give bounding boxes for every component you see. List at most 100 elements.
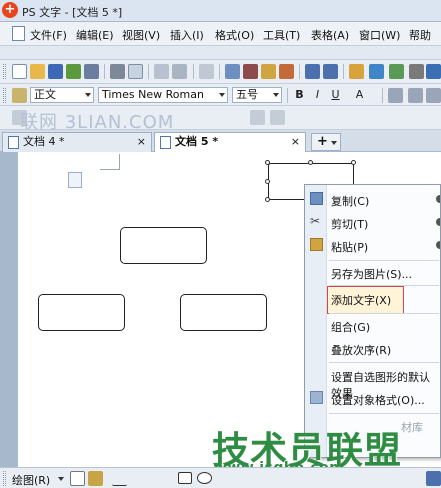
paste-icon[interactable] <box>261 64 276 79</box>
toolbar-grip[interactable] <box>3 471 6 486</box>
resize-handle[interactable] <box>351 160 356 165</box>
open-folder-icon[interactable] <box>30 64 45 79</box>
toolbar-grip[interactable] <box>3 88 6 103</box>
check-icon[interactable] <box>426 64 441 79</box>
char-scale-button[interactable]: A <box>352 87 367 102</box>
align-center-icon[interactable] <box>408 88 423 103</box>
menu-window[interactable]: 窗口(W) <box>359 27 400 43</box>
menu-edit[interactable]: 编辑(E) <box>76 27 114 43</box>
line-tool-icon[interactable] <box>148 471 163 486</box>
align-left-icon[interactable] <box>388 88 403 103</box>
tab-document-4[interactable]: 文档 4 * × <box>2 132 152 152</box>
page-setup-icon[interactable] <box>172 64 187 79</box>
arrow-icon[interactable] <box>128 471 143 486</box>
toolbar-separator <box>287 88 288 103</box>
menu-help[interactable]: 帮助 <box>409 27 431 43</box>
rectangle-icon[interactable] <box>178 472 192 484</box>
menu-tools[interactable]: 工具(T) <box>263 27 300 43</box>
resize-handle[interactable] <box>265 160 270 165</box>
select-objects-icon[interactable] <box>70 471 85 486</box>
mail-icon[interactable] <box>84 64 99 79</box>
hyperlink-icon[interactable] <box>369 64 384 79</box>
menu-insert[interactable]: 插入(I) <box>170 27 204 43</box>
context-menu-material-library: 材库 <box>401 421 423 434</box>
export-icon[interactable] <box>66 64 81 79</box>
context-menu-paste[interactable]: 粘贴(P) <box>331 239 368 255</box>
align-right-icon[interactable] <box>426 88 441 103</box>
close-icon[interactable]: × <box>291 133 300 151</box>
spellcheck-icon[interactable] <box>154 64 169 79</box>
document-icon <box>160 136 171 149</box>
context-menu-add-text[interactable]: 添加文字(X) <box>331 292 391 308</box>
style-select[interactable]: 正文 <box>30 87 94 103</box>
font-size-value: 五号 <box>236 88 258 101</box>
rounded-rectangle-shape-top[interactable] <box>120 227 207 264</box>
format-painter-icon[interactable] <box>279 64 294 79</box>
tab-label: 文档 5 * <box>175 135 219 148</box>
context-menu-order[interactable]: 叠放次序(R) <box>331 342 391 358</box>
document-icon[interactable] <box>12 26 25 41</box>
tab-document-5[interactable]: 文档 5 * × <box>154 132 306 152</box>
italic-button[interactable]: I <box>310 87 325 102</box>
redo-icon[interactable] <box>323 64 338 79</box>
insert-picture-icon[interactable] <box>389 64 404 79</box>
menu-separator <box>329 413 439 414</box>
chevron-down-icon[interactable] <box>58 477 64 481</box>
resize-handle[interactable] <box>265 197 270 202</box>
resize-handle[interactable] <box>308 160 313 165</box>
font-select[interactable]: Times New Roman <box>98 87 228 103</box>
context-menu-group[interactable]: 组合(G) <box>331 319 370 335</box>
context-menu-format-object[interactable]: 设置对象格式(O)... <box>331 392 425 408</box>
table-icon[interactable] <box>349 64 364 79</box>
autoshapes-icon[interactable] <box>88 471 103 486</box>
context-menu-save-as-picture[interactable]: 另存为图片(S)... <box>331 266 412 282</box>
style-pane-icon[interactable] <box>12 88 27 103</box>
print-preview-icon[interactable] <box>128 64 143 79</box>
close-icon[interactable]: × <box>137 133 146 151</box>
wps-logo-icon[interactable]: + <box>2 2 18 18</box>
context-menu: 复制(C) ✂ 剪切(T) 粘贴(P) 另存为图片(S)... 添加文字(X) … <box>304 184 441 458</box>
tab-label: 文档 4 * <box>23 135 65 148</box>
font-size-select[interactable]: 五号 <box>232 87 282 103</box>
copy-icon[interactable] <box>225 64 240 79</box>
rounded-rectangle-shape-left[interactable] <box>38 294 125 331</box>
font-value: Times New Roman <box>102 88 204 101</box>
new-tab-button[interactable]: + <box>311 133 341 151</box>
chevron-down-icon[interactable] <box>331 141 337 145</box>
menu-format[interactable]: 格式(O) <box>215 27 254 43</box>
shading-icon[interactable] <box>270 110 285 125</box>
border-icon[interactable] <box>250 110 265 125</box>
cut-icon[interactable] <box>243 64 258 79</box>
line-icon[interactable] <box>112 471 127 486</box>
toolbar-separator <box>193 64 194 79</box>
context-menu-cut[interactable]: 剪切(T) <box>331 216 368 232</box>
context-menu-copy[interactable]: 复制(C) <box>331 193 369 209</box>
menu-file[interactable]: 文件(F) <box>30 27 67 43</box>
resize-handle[interactable] <box>265 179 270 184</box>
menu-view[interactable]: 视图(V) <box>122 27 160 43</box>
new-document-icon[interactable] <box>12 64 27 79</box>
toolbar-separator <box>343 64 344 79</box>
margin-corner-mark <box>100 154 120 170</box>
underline-button[interactable]: U <box>328 87 343 102</box>
toolbar-separator <box>104 64 105 79</box>
submenu-edge <box>436 195 440 203</box>
chinese-convert-icon[interactable] <box>199 64 214 79</box>
print-icon[interactable] <box>110 64 125 79</box>
drawing-menu-button[interactable]: 绘图(R) <box>12 472 50 488</box>
menu-separator <box>329 313 439 314</box>
undo-icon[interactable] <box>305 64 320 79</box>
save-icon[interactable] <box>48 64 63 79</box>
toolbar-spacer <box>0 46 441 60</box>
toolbar-separator <box>148 64 149 79</box>
line-style-icon[interactable] <box>426 471 441 486</box>
toolbar-grip[interactable] <box>3 64 6 79</box>
anchor-icon[interactable] <box>68 172 82 188</box>
drawing-icon[interactable] <box>409 64 424 79</box>
menu-table[interactable]: 表格(A) <box>311 27 349 43</box>
toolbar-separator <box>219 64 220 79</box>
bold-button[interactable]: B <box>292 87 307 102</box>
rounded-rectangle-shape-right[interactable] <box>180 294 267 331</box>
oval-icon[interactable] <box>197 472 212 484</box>
title-bar: + PS 文字 - [文档 5 *] <box>0 0 441 22</box>
